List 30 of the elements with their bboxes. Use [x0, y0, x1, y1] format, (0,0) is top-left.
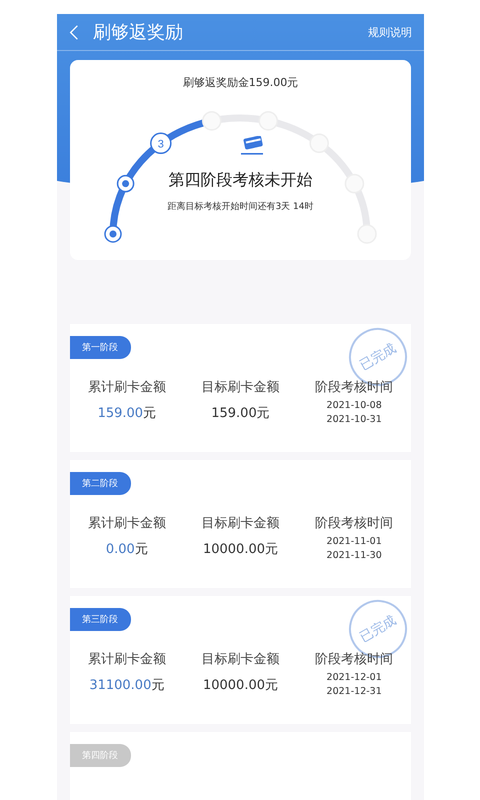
date-text: 2021-11-30: [326, 550, 382, 561]
reward-total: 刷够返奖励金159.00元: [182, 75, 300, 90]
stage-badge: 第三阶段: [70, 608, 131, 631]
column-heading: 目标刷卡金额: [201, 515, 280, 532]
back-icon[interactable]: [69, 24, 79, 40]
date-text: 2021-12-01: [326, 672, 382, 683]
page-title: 刷够返奖励: [93, 21, 183, 44]
cumulative-amount: 159.00元: [98, 405, 156, 423]
cumulative-amount: 0.00元: [106, 541, 148, 559]
target-amount: 10000.00元: [202, 677, 278, 695]
date-text: 2021-10-31: [326, 414, 382, 425]
bank-card-icon: [240, 136, 264, 156]
date-text: 2021-12-31: [326, 686, 382, 697]
stage-status: 第四阶段考核未开始: [168, 170, 312, 191]
date-text: 2021-11-01: [326, 536, 382, 547]
column-heading: 阶段考核时间: [315, 515, 394, 532]
target-amount: 10000.00元: [202, 541, 278, 559]
column-heading: 目标刷卡金额: [201, 651, 280, 668]
target-amount: 159.00元: [211, 405, 270, 423]
date-text: 2021-10-08: [326, 400, 382, 411]
cumulative-amount: 31100.00元: [89, 677, 164, 695]
column-heading: 累计刷卡金额: [88, 651, 166, 668]
column-heading: 目标刷卡金额: [201, 379, 280, 396]
rules-link[interactable]: 规则说明: [368, 24, 412, 40]
column-heading: 累计刷卡金额: [88, 379, 166, 396]
stage-number: 3: [158, 138, 164, 150]
stage-badge: 第二阶段: [70, 472, 131, 495]
countdown-text: 距离目标考核开始时间还有3天 14时: [167, 200, 314, 213]
stage-badge: 第一阶段: [70, 336, 131, 359]
column-heading: 累计刷卡金额: [88, 515, 166, 532]
